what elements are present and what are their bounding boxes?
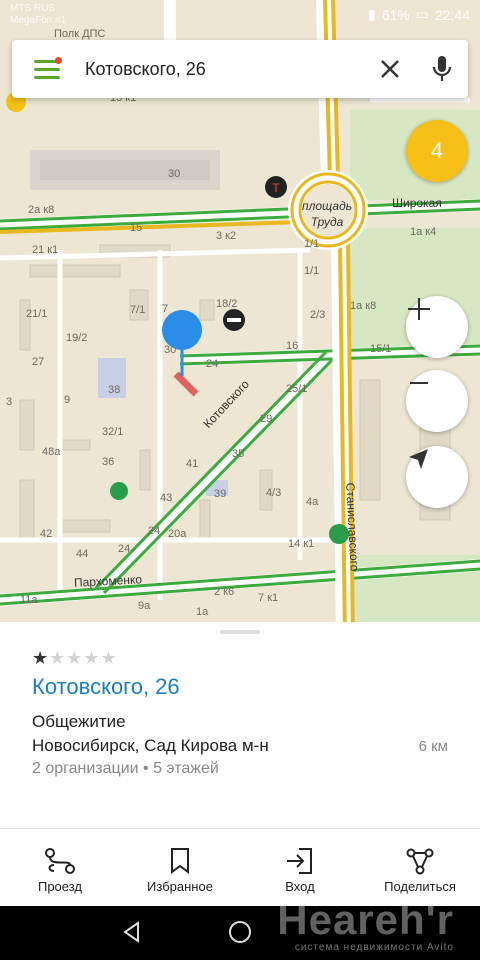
navigation-arrow-icon [409,449,428,469]
my-location-button[interactable] [406,446,468,508]
menu-button[interactable] [12,40,68,98]
house-number: 7 к1 [258,592,279,604]
carrier-info: MTS RUS MegaFon #1 [10,3,66,27]
house-number: 43 [160,492,173,504]
entrance-label: Вход [285,878,315,894]
house-number: 15/1 [370,343,392,355]
home-button[interactable] [228,920,252,949]
cluster-count-badge[interactable]: 4 [406,120,468,182]
watermark-avito: Avito [426,942,454,953]
status-right: ▮ 61% ▭ 22:44 [368,6,470,23]
house-number: 20а [168,528,187,540]
plus-icon [408,298,430,320]
house-number: 24 [206,358,219,370]
house-number: 24 [118,543,131,555]
house-number: 36 [102,456,115,468]
house-number: 3 к2 [216,230,237,242]
house-number: 14 к1 [288,538,315,550]
share-icon [406,848,434,874]
voice-search-button[interactable] [416,40,468,98]
place-address: Новосибирск, Сад Кирова м-н [32,736,269,755]
drag-handle[interactable] [220,630,260,634]
clock: 22:44 [434,6,470,23]
back-button[interactable] [120,920,144,949]
zoom-in-button[interactable] [406,296,468,358]
microphone-icon [432,56,452,81]
zoom-out-button[interactable] [406,370,468,432]
house-number: 30 [168,168,181,180]
house-number: 35 [232,448,245,460]
house-number: 21/1 [26,308,48,320]
route-icon [45,847,75,874]
house-number: 21 к1 [32,244,59,256]
street-label-shirokaya: Широкая [392,196,442,210]
house-number: 19/2 [66,332,88,344]
street-label-ploshchad-truda: площадь Труда [302,199,353,229]
house-number: 2/3 [310,309,326,321]
house-number: 11а [20,594,38,606]
clear-search-button[interactable] [364,40,416,98]
battery-icon: ▭ [415,6,429,22]
bookmark-icon [171,847,189,874]
entrance-icon [287,847,312,874]
house-number: 41 [186,458,199,470]
house-number: 38 [108,384,121,396]
house-number: 18/2 [216,298,238,310]
house-number: 27 [32,356,45,368]
house-number: 25/1 [286,383,308,395]
house-number: 2а к8 [28,204,55,216]
house-number: 4/3 [266,487,282,499]
house-number: 1а к4 [410,226,437,238]
house-number: 42 [40,528,53,540]
house-number: 1/1 [304,238,320,250]
place-details[interactable]: 2 организации • 5 этажей [32,760,219,778]
close-icon [381,60,399,78]
house-number: 1а [196,606,209,618]
house-number: 39 [214,488,227,500]
place-card[interactable]: ★★★★★ Котовского, 26 Общежитие Новосибир… [0,622,480,906]
signal-icon: ▮ [367,6,376,22]
place-title[interactable]: Котовского, 26 [32,674,180,700]
house-number: 2 к6 [214,586,235,598]
route-label: Проезд [37,878,82,894]
route-button[interactable]: Проезд [0,834,120,906]
search-input[interactable]: Котовского, 26 [68,59,364,80]
house-number: 1а к8 [350,300,377,312]
carrier-1: MTS RUS [10,3,55,14]
system-nav-bar: Нeareh'r система недвижимости Avito [0,896,480,960]
house-number: 29 [260,413,273,425]
favorites-button[interactable]: Избранное [120,834,240,906]
home-circle-icon [229,921,251,943]
house-number: 48а [42,446,61,458]
house-number: 1/1 [304,265,320,277]
house-number: 15 [130,222,143,234]
watermark-brand: Нeareh'r [277,896,454,943]
favorites-label: Избранное [147,878,213,894]
share-label: Поделиться [384,878,456,894]
status-bar: MTS RUS MegaFon #1 ▮ 61% ▭ 22:44 [0,0,480,32]
place-category: Общежитие [32,712,126,731]
minus-icon [410,382,428,384]
place-distance: 6 км [418,738,448,755]
house-number: 7/1 [130,304,146,316]
divider [0,828,480,829]
house-number: 9 [64,394,71,406]
house-number: 9а [138,600,151,612]
carrier-2: MegaFon #1 [10,15,67,26]
house-number: 4а [306,496,319,508]
house-number: 32/1 [102,426,124,438]
house-number: 44 [76,548,89,560]
battery-level: 61% [381,6,410,23]
search-bar[interactable]: Котовского, 26 [12,40,468,98]
watermark-tagline: система недвижимости Avito [294,942,454,953]
rating-stars: ★★★★★ [32,648,118,668]
house-number: 16 [286,340,299,352]
svg-text:T: T [272,181,280,195]
back-triangle-icon [123,921,139,943]
house-number: 3 [6,396,13,408]
house-number: 24 [148,525,161,537]
notification-dot [55,57,62,64]
location-pin-icon[interactable] [160,310,204,376]
